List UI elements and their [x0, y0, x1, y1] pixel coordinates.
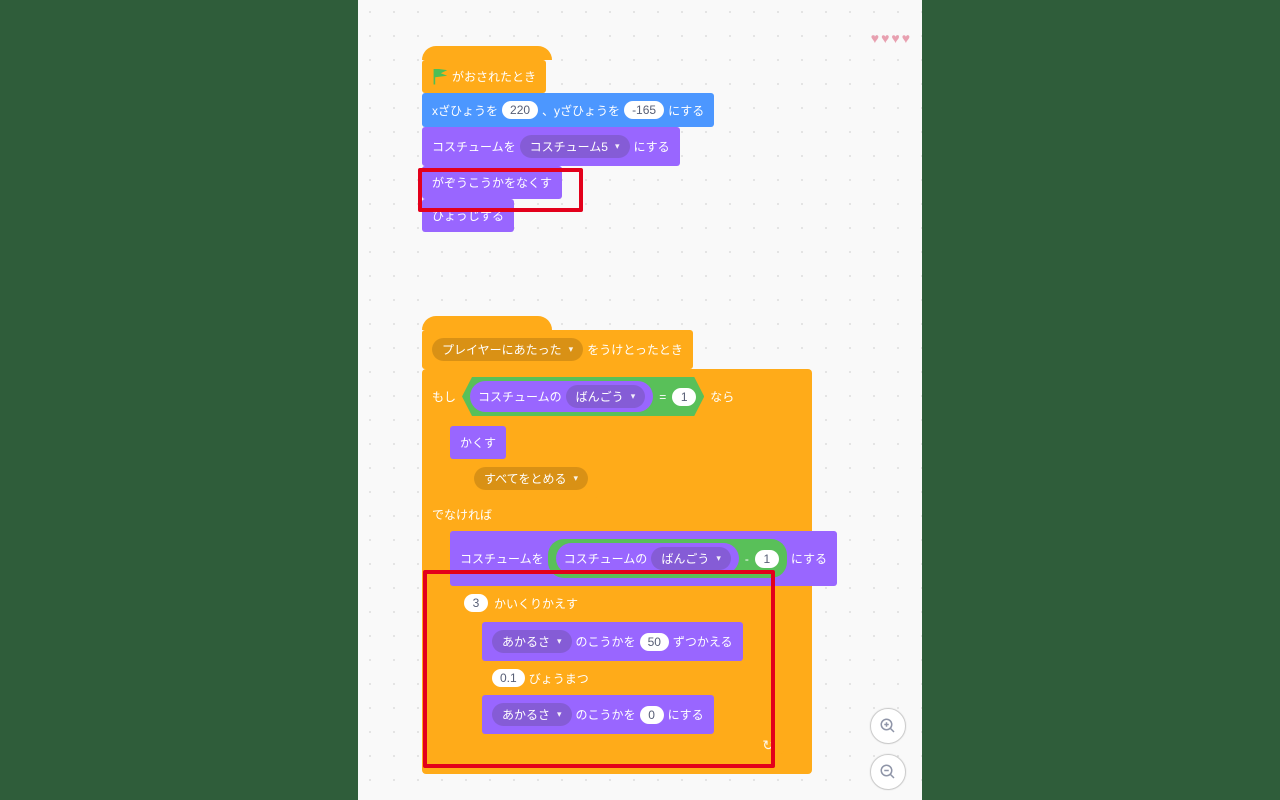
hearts-display: ♥ ♥ ♥ ♥ [871, 30, 910, 46]
wait-block[interactable]: 0.1 びょうまつ [482, 661, 599, 695]
effect-dropdown-1[interactable]: あかるさ [492, 630, 572, 653]
change-effect-block[interactable]: あかるさ のこうかを 50 ずつかえる [482, 622, 743, 661]
zoom-out-icon [879, 763, 897, 781]
heart-icon: ♥ [902, 30, 910, 46]
costume-number-reporter-2[interactable]: コスチュームの ばんごう [556, 543, 739, 574]
subtract-operator[interactable]: コスチュームの ばんごう - 1 [548, 539, 787, 578]
zoom-in-icon [879, 717, 897, 735]
costume-number-reporter[interactable]: コスチュームの ばんごう [470, 381, 653, 412]
effect-value-input-2[interactable]: 0 [640, 706, 664, 724]
else-label: でなければ [422, 500, 812, 529]
stop-dropdown[interactable]: すべてをとめる [474, 467, 588, 490]
zoom-controls [870, 708, 906, 790]
hat-label: がおされたとき [452, 68, 536, 85]
set-effect-block[interactable]: あかるさ のこうかを 0 にする [482, 695, 714, 734]
message-dropdown[interactable]: プレイヤーにあたった [432, 338, 583, 361]
switch-costume-block[interactable]: コスチュームを コスチューム5 にする [422, 127, 680, 166]
costume-attr-dropdown[interactable]: ばんごう [566, 385, 646, 408]
effect-value-input-1[interactable]: 50 [640, 633, 669, 651]
zoom-out-button[interactable] [870, 754, 906, 790]
effect-dropdown-2[interactable]: あかるさ [492, 703, 572, 726]
stop-block[interactable]: すべてをとめる [464, 459, 598, 498]
hat-cap [422, 46, 552, 60]
heart-icon: ♥ [881, 30, 889, 46]
equals-value-input[interactable]: 1 [672, 388, 696, 406]
switch-costume-to-block[interactable]: コスチュームを コスチュームの ばんごう - 1 にする [450, 531, 837, 586]
show-block[interactable]: ひょうじする [422, 199, 514, 232]
hat-cap [422, 316, 552, 330]
script-stack-2[interactable]: プレイヤーにあたった をうけとったとき もし コスチュームの ばんごう = 1 … [422, 316, 812, 774]
repeat-block[interactable]: 3 かいくりかえす あかるさ のこうかを 50 ずつかえる 0.1 びょうまつ [454, 586, 784, 754]
costume-attr-dropdown-2[interactable]: ばんごう [651, 547, 731, 570]
heart-icon: ♥ [871, 30, 879, 46]
x-input[interactable]: 220 [502, 101, 538, 119]
if-else-block[interactable]: もし コスチュームの ばんごう = 1 なら かくす すべてをとめる [422, 369, 812, 774]
when-flag-clicked-block[interactable]: がおされたとき [422, 60, 546, 93]
equals-operator[interactable]: コスチュームの ばんごう = 1 [462, 377, 704, 416]
wait-seconds-input[interactable]: 0.1 [492, 669, 525, 687]
clear-graphic-effects-block[interactable]: がぞうこうかをなくす [422, 166, 562, 199]
y-input[interactable]: -165 [624, 101, 664, 119]
script-stack-1[interactable]: がおされたとき xざひょうを 220 、yざひょうを -165 にする コスチュ… [422, 46, 714, 232]
loop-arrow-icon: ↻ [762, 737, 774, 754]
zoom-in-button[interactable] [870, 708, 906, 744]
green-flag-icon [432, 69, 448, 85]
subtract-value-input[interactable]: 1 [755, 550, 779, 568]
when-receive-block[interactable]: プレイヤーにあたった をうけとったとき [422, 330, 693, 369]
heart-icon: ♥ [891, 30, 899, 46]
scripts-canvas[interactable]: ♥ ♥ ♥ ♥ がおされたとき xざひょうを 220 、yざひょうを -165 … [358, 0, 922, 800]
goto-xy-block[interactable]: xざひょうを 220 、yざひょうを -165 にする [422, 93, 714, 127]
hide-block[interactable]: かくす [450, 426, 506, 459]
repeat-count-input[interactable]: 3 [464, 594, 488, 612]
costume-dropdown[interactable]: コスチューム5 [520, 135, 630, 158]
